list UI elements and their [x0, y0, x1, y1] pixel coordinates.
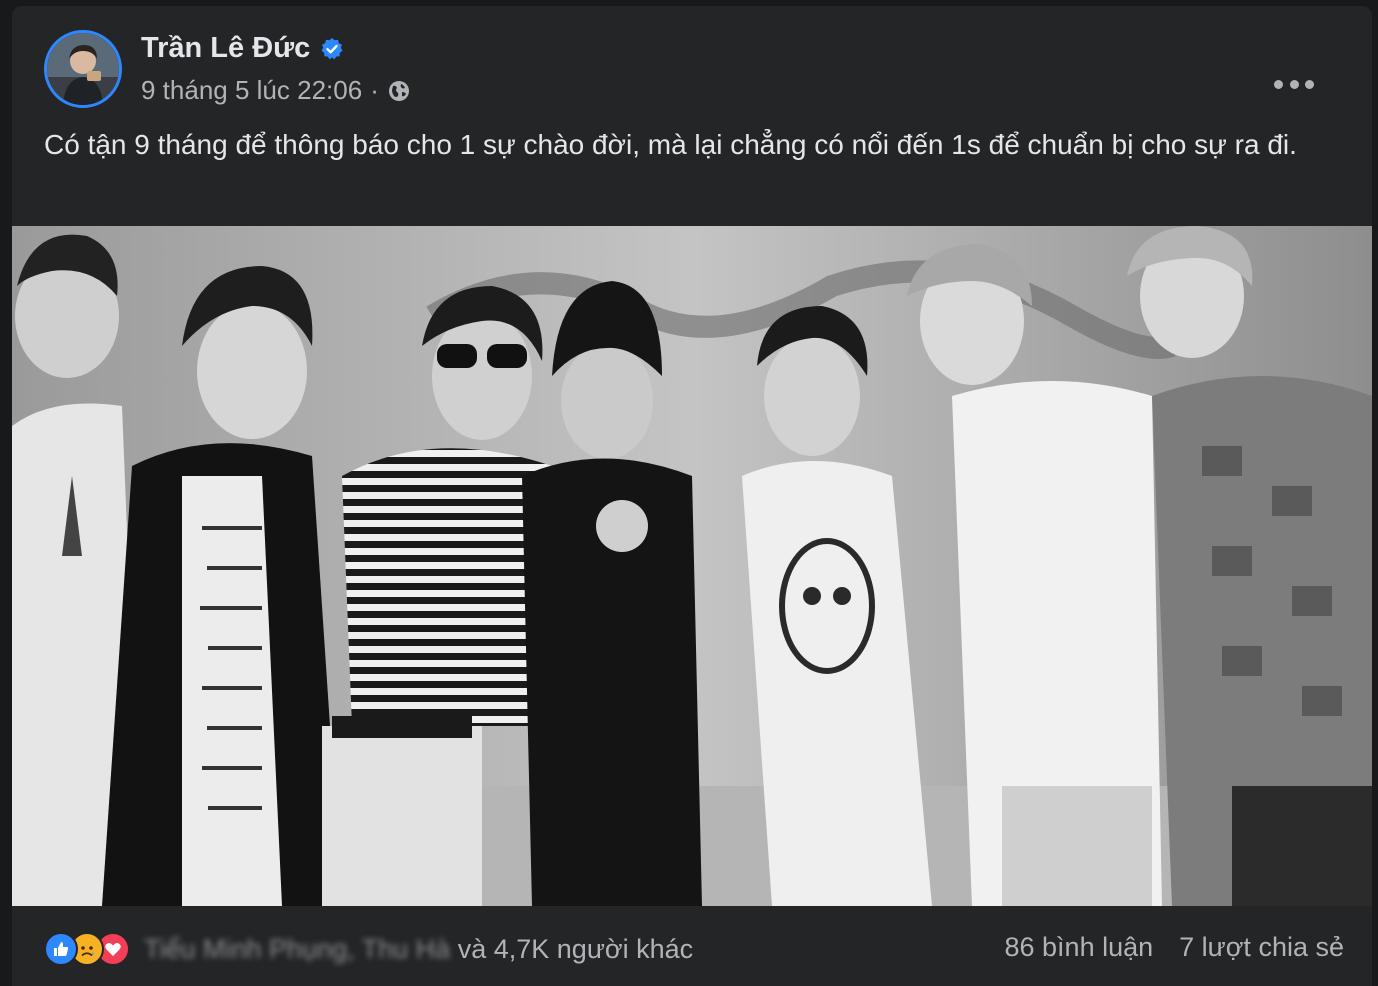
- author-name-row: Trần Lê Đức: [141, 32, 344, 65]
- shares-count[interactable]: 7 lượt chia sẻ: [1179, 932, 1344, 963]
- verified-badge-icon: [321, 37, 343, 59]
- author-avatar[interactable]: [44, 30, 122, 108]
- globe-icon[interactable]: [387, 79, 411, 103]
- engagement-counts: 86 bình luận 7 lượt chia sẻ: [1005, 932, 1345, 963]
- post-meta: 9 tháng 5 lúc 22:06 ·: [141, 75, 411, 106]
- reaction-and: và: [457, 933, 487, 964]
- post-header: Trần Lê Đức 9 tháng 5 lúc 22:06 ·: [44, 30, 1344, 110]
- group-photo: [12, 226, 1372, 906]
- avatar-image: [47, 33, 119, 105]
- post-footer: Tiểu Minh Phụng, Thu Hà và 4,7K người kh…: [44, 926, 1344, 974]
- more-options-icon[interactable]: [1274, 74, 1314, 94]
- more-dot: [1289, 79, 1299, 89]
- post-text: Có tận 9 tháng để thông báo cho 1 sự chà…: [44, 129, 1297, 160]
- reaction-others: 4,7K người khác: [493, 933, 694, 964]
- comments-count[interactable]: 86 bình luận: [1005, 932, 1154, 963]
- reaction-names[interactable]: Tiểu Minh Phụng, Thu Hà và 4,7K người kh…: [144, 934, 693, 965]
- more-dot: [1305, 79, 1314, 89]
- post-photo[interactable]: [12, 226, 1372, 906]
- reactions-summary[interactable]: Tiểu Minh Phụng, Thu Hà và 4,7K người kh…: [44, 930, 693, 968]
- post-timestamp[interactable]: 9 tháng 5 lúc 22:06: [141, 75, 362, 106]
- meta-separator: ·: [370, 75, 379, 105]
- post-card: Trần Lê Đức 9 tháng 5 lúc 22:06 · Có tận…: [12, 6, 1372, 986]
- like-icon: [44, 932, 78, 966]
- author-name[interactable]: Trần Lê Đức: [141, 32, 310, 65]
- more-dot: [1274, 79, 1283, 89]
- reaction-names-blurred: Tiểu Minh Phụng, Thu Hà: [144, 933, 451, 964]
